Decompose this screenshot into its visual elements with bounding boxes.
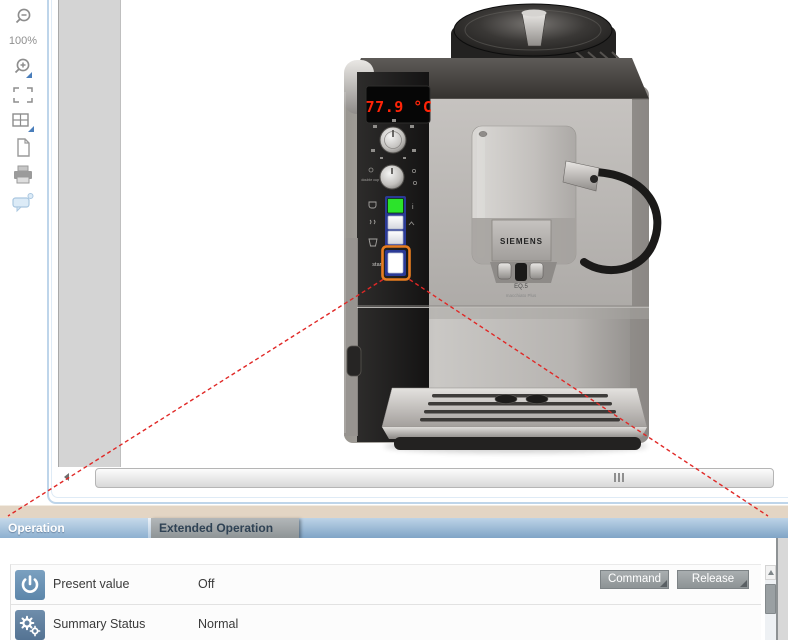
zoom-in-button[interactable] (0, 57, 46, 81)
zoom-level-label: 100% (0, 35, 46, 47)
present-value-label: Present value (53, 565, 129, 604)
zoom-out-icon (11, 6, 35, 30)
steam-button[interactable] (388, 216, 403, 229)
tab-operation[interactable]: Operation (0, 518, 148, 538)
page-layout-button[interactable] (0, 136, 46, 160)
zoom-out-button[interactable] (0, 6, 46, 30)
faceplate-content: Present value Off Command Release (0, 538, 788, 640)
tab-extended-operation[interactable]: Extended Operation (151, 518, 299, 538)
zoom-in-icon (11, 57, 35, 81)
screen-frame-inner (51, 0, 788, 498)
power-icon (15, 570, 45, 600)
faceplate-scrollbar[interactable] (765, 565, 776, 640)
gears-icon (15, 610, 45, 640)
hot-water-button[interactable] (388, 231, 403, 244)
faceplate-header-strip (0, 505, 788, 519)
page-icon (11, 136, 35, 160)
print-icon (10, 163, 36, 187)
comment-icon (10, 191, 36, 215)
summary-status-label: Summary Status (53, 605, 145, 640)
split-view-icon (10, 109, 36, 133)
print-button[interactable] (0, 163, 46, 187)
scroll-left-arrow[interactable] (64, 473, 69, 481)
present-value: Off (198, 565, 214, 604)
canvas-side-panel (58, 0, 121, 467)
split-view-button[interactable] (0, 109, 46, 133)
scrollbar-thumb[interactable] (765, 584, 776, 614)
scrollbar-grip-icon (614, 473, 626, 482)
zoom-area-button[interactable] (0, 83, 46, 107)
present-value-row: Present value Off Command Release (11, 565, 761, 605)
start-button[interactable] (388, 253, 403, 273)
parameter-card: Present value Off Command Release (10, 564, 761, 640)
summary-status-value: Normal (198, 605, 238, 640)
faceplate-panel: Operation Extended Operation Present val… (0, 505, 788, 640)
view-toolbar: 100% (0, 0, 46, 502)
summary-status-row: Summary Status Normal (11, 605, 761, 640)
comment-button[interactable] (0, 191, 46, 215)
faceplate-tabbar: Operation Extended Operation (0, 518, 788, 538)
release-button[interactable]: Release (677, 570, 749, 589)
scroll-up-arrow[interactable] (765, 565, 776, 580)
cup-size-knob[interactable] (380, 165, 404, 189)
panel-edge-fill (778, 538, 788, 640)
zoom-area-icon (10, 84, 36, 106)
command-button[interactable]: Command (600, 570, 669, 589)
power-indicator-button[interactable] (388, 199, 404, 214)
horizontal-scrollbar[interactable] (95, 468, 774, 488)
hmi-runtime-window: 100% (0, 0, 788, 640)
coffee-strength-knob[interactable] (380, 127, 406, 153)
